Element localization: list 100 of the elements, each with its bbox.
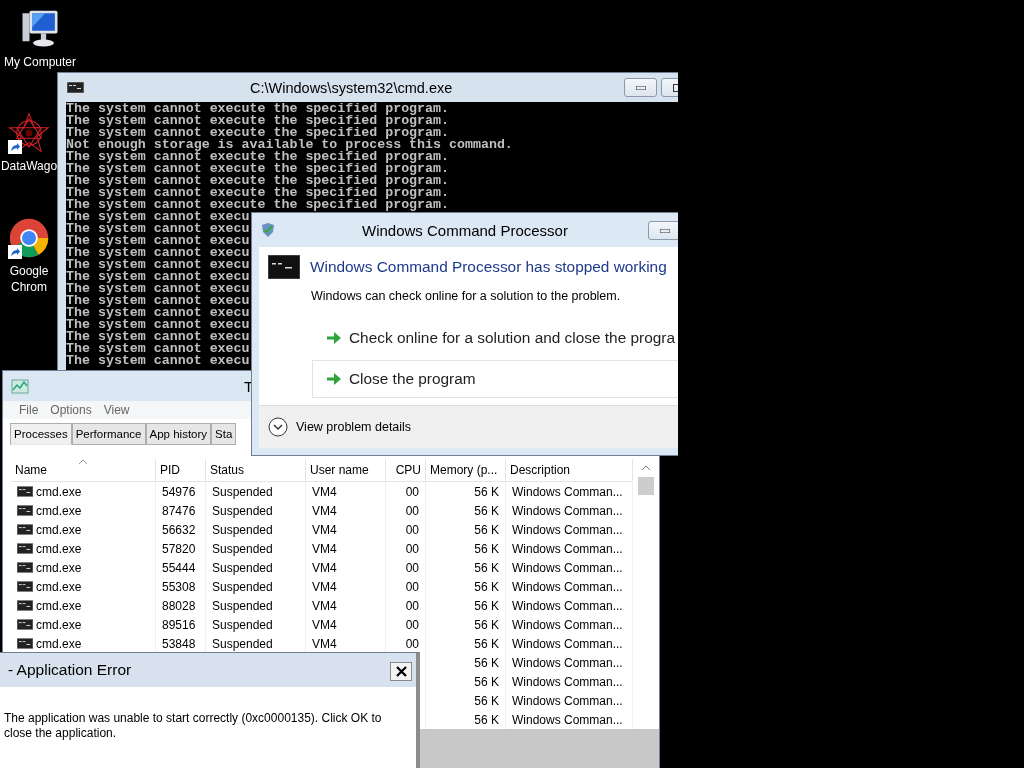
desktop-icon-label[interactable]: Google (9, 263, 49, 279)
console-icon (17, 562, 33, 573)
table-cell: 00 (405, 598, 419, 613)
console-line: The system cannot execu (66, 223, 250, 235)
menu-item[interactable]: Options (44, 401, 98, 419)
table-cell: 88028 (162, 598, 196, 613)
table-cell: 56 K (474, 503, 499, 518)
table-cell: 56 K (474, 598, 499, 613)
column-header[interactable]: Name (11, 459, 156, 482)
console-line: The system cannot execute the specified program. (66, 199, 449, 211)
table-cell: cmd.exe (36, 617, 82, 632)
table-cell: Windows Comman... (512, 655, 623, 670)
chart-window-icon (11, 378, 29, 394)
column-header[interactable]: Memory (p... (426, 459, 506, 482)
window-title: Windows Command Processor (362, 221, 568, 239)
desktop-icon-label[interactable]: Chrom (11, 279, 47, 295)
tab[interactable]: Performance (71, 423, 146, 445)
table-cell: Suspended (212, 617, 273, 632)
error-message: The application was unable to start correctly (0xc0000135). Click OK to close the application. (3, 710, 383, 741)
console-line: The system cannot execu (66, 307, 250, 319)
menu-item[interactable]: File (13, 401, 45, 419)
table-cell: 56 K (474, 484, 499, 499)
star-pattern-icon[interactable] (8, 112, 50, 154)
table-cell: cmd.exe (36, 598, 82, 613)
console-line: The system cannot execute the specified program. (66, 163, 449, 175)
window-title: - Application Error (8, 661, 132, 679)
console-icon (17, 581, 33, 592)
dialog-heading: Windows Command Processor has stopped working (310, 258, 667, 276)
table-cell: 00 (405, 560, 419, 575)
table-cell: VM4 (312, 560, 337, 575)
table-cell: 56 K (474, 674, 499, 689)
column-header[interactable]: User name (306, 459, 386, 482)
table-cell: 89516 (162, 617, 196, 632)
tab[interactable]: Processes (10, 423, 72, 445)
table-cell: Windows Comman... (512, 522, 623, 537)
table-cell: Windows Comman... (512, 636, 623, 651)
table-cell: Suspended (212, 598, 273, 613)
table-cell: Suspended (212, 484, 273, 499)
table-cell: cmd.exe (36, 522, 82, 537)
expand-chevron-icon[interactable] (268, 417, 288, 437)
option-button[interactable]: Check online for a solution and close the progra (312, 319, 678, 357)
console-icon (17, 600, 33, 611)
column-header[interactable]: Status (206, 459, 306, 482)
table-cell: 55308 (162, 579, 196, 594)
option-button[interactable]: Close the program (312, 360, 678, 398)
console-icon (17, 543, 33, 554)
console-line: The system cannot execute the specified program. (66, 151, 449, 163)
table-cell: 00 (405, 522, 419, 537)
column-header[interactable]: CPU (386, 459, 426, 482)
table-cell: 56 K (474, 617, 499, 632)
table-cell: 54976 (162, 484, 196, 499)
tab[interactable]: Sta (211, 423, 237, 445)
table-cell: Windows Comman... (512, 617, 623, 632)
table-cell: cmd.exe (36, 541, 82, 556)
console-line: The system cannot execu (66, 211, 250, 223)
table-cell: VM4 (312, 503, 337, 518)
console-icon (17, 638, 33, 649)
scroll-thumb[interactable] (638, 477, 654, 495)
tab[interactable]: App history (145, 423, 212, 445)
menu-item[interactable]: View (97, 401, 136, 419)
table-cell: 53848 (162, 636, 196, 651)
console-line: The system cannot execu (66, 283, 250, 295)
table-cell: VM4 (312, 484, 337, 499)
minimize-icon (659, 228, 670, 233)
details-link[interactable]: View problem details (296, 420, 412, 434)
table-cell: VM4 (312, 636, 337, 651)
arrow-icon (327, 332, 341, 344)
shield-icon (260, 222, 276, 238)
console-line: The system cannot execute the specified program. (66, 115, 449, 127)
table-cell: Suspended (212, 541, 273, 556)
arrow-icon (327, 373, 341, 385)
table-cell: Windows Comman... (512, 541, 623, 556)
table-cell: 56 K (474, 522, 499, 537)
table-cell: 56 K (474, 693, 499, 708)
console-icon (17, 524, 33, 535)
table-cell: Windows Comman... (512, 598, 623, 613)
table-cell: 55444 (162, 560, 196, 575)
table-cell: 56 K (474, 636, 499, 651)
table-cell: Windows Comman... (512, 560, 623, 575)
console-line: The system cannot execu (66, 247, 250, 259)
console-icon (67, 82, 84, 93)
column-header[interactable]: Description (506, 459, 633, 482)
minimize-button[interactable] (648, 221, 678, 240)
table-cell: VM4 (312, 579, 337, 594)
console-line: The system cannot execu (66, 271, 250, 283)
close-button[interactable] (390, 662, 412, 681)
table-cell: 56 K (474, 560, 499, 575)
table-cell: cmd.exe (36, 503, 82, 518)
table-cell: VM4 (312, 522, 337, 537)
table-cell: 56 K (474, 541, 499, 556)
table-cell: Windows Comman... (512, 579, 623, 594)
table-cell: 56 K (474, 579, 499, 594)
table-cell: 00 (405, 636, 419, 651)
console-line: The system cannot execu (66, 235, 250, 247)
desktop-icon-label[interactable]: My Computer (4, 54, 76, 70)
desktop-icon-label[interactable]: DataWago (0, 158, 58, 174)
column-header[interactable]: PID (156, 459, 206, 482)
table-cell: Suspended (212, 579, 273, 594)
table-cell: Windows Comman... (512, 484, 623, 499)
table-cell: 00 (405, 541, 419, 556)
